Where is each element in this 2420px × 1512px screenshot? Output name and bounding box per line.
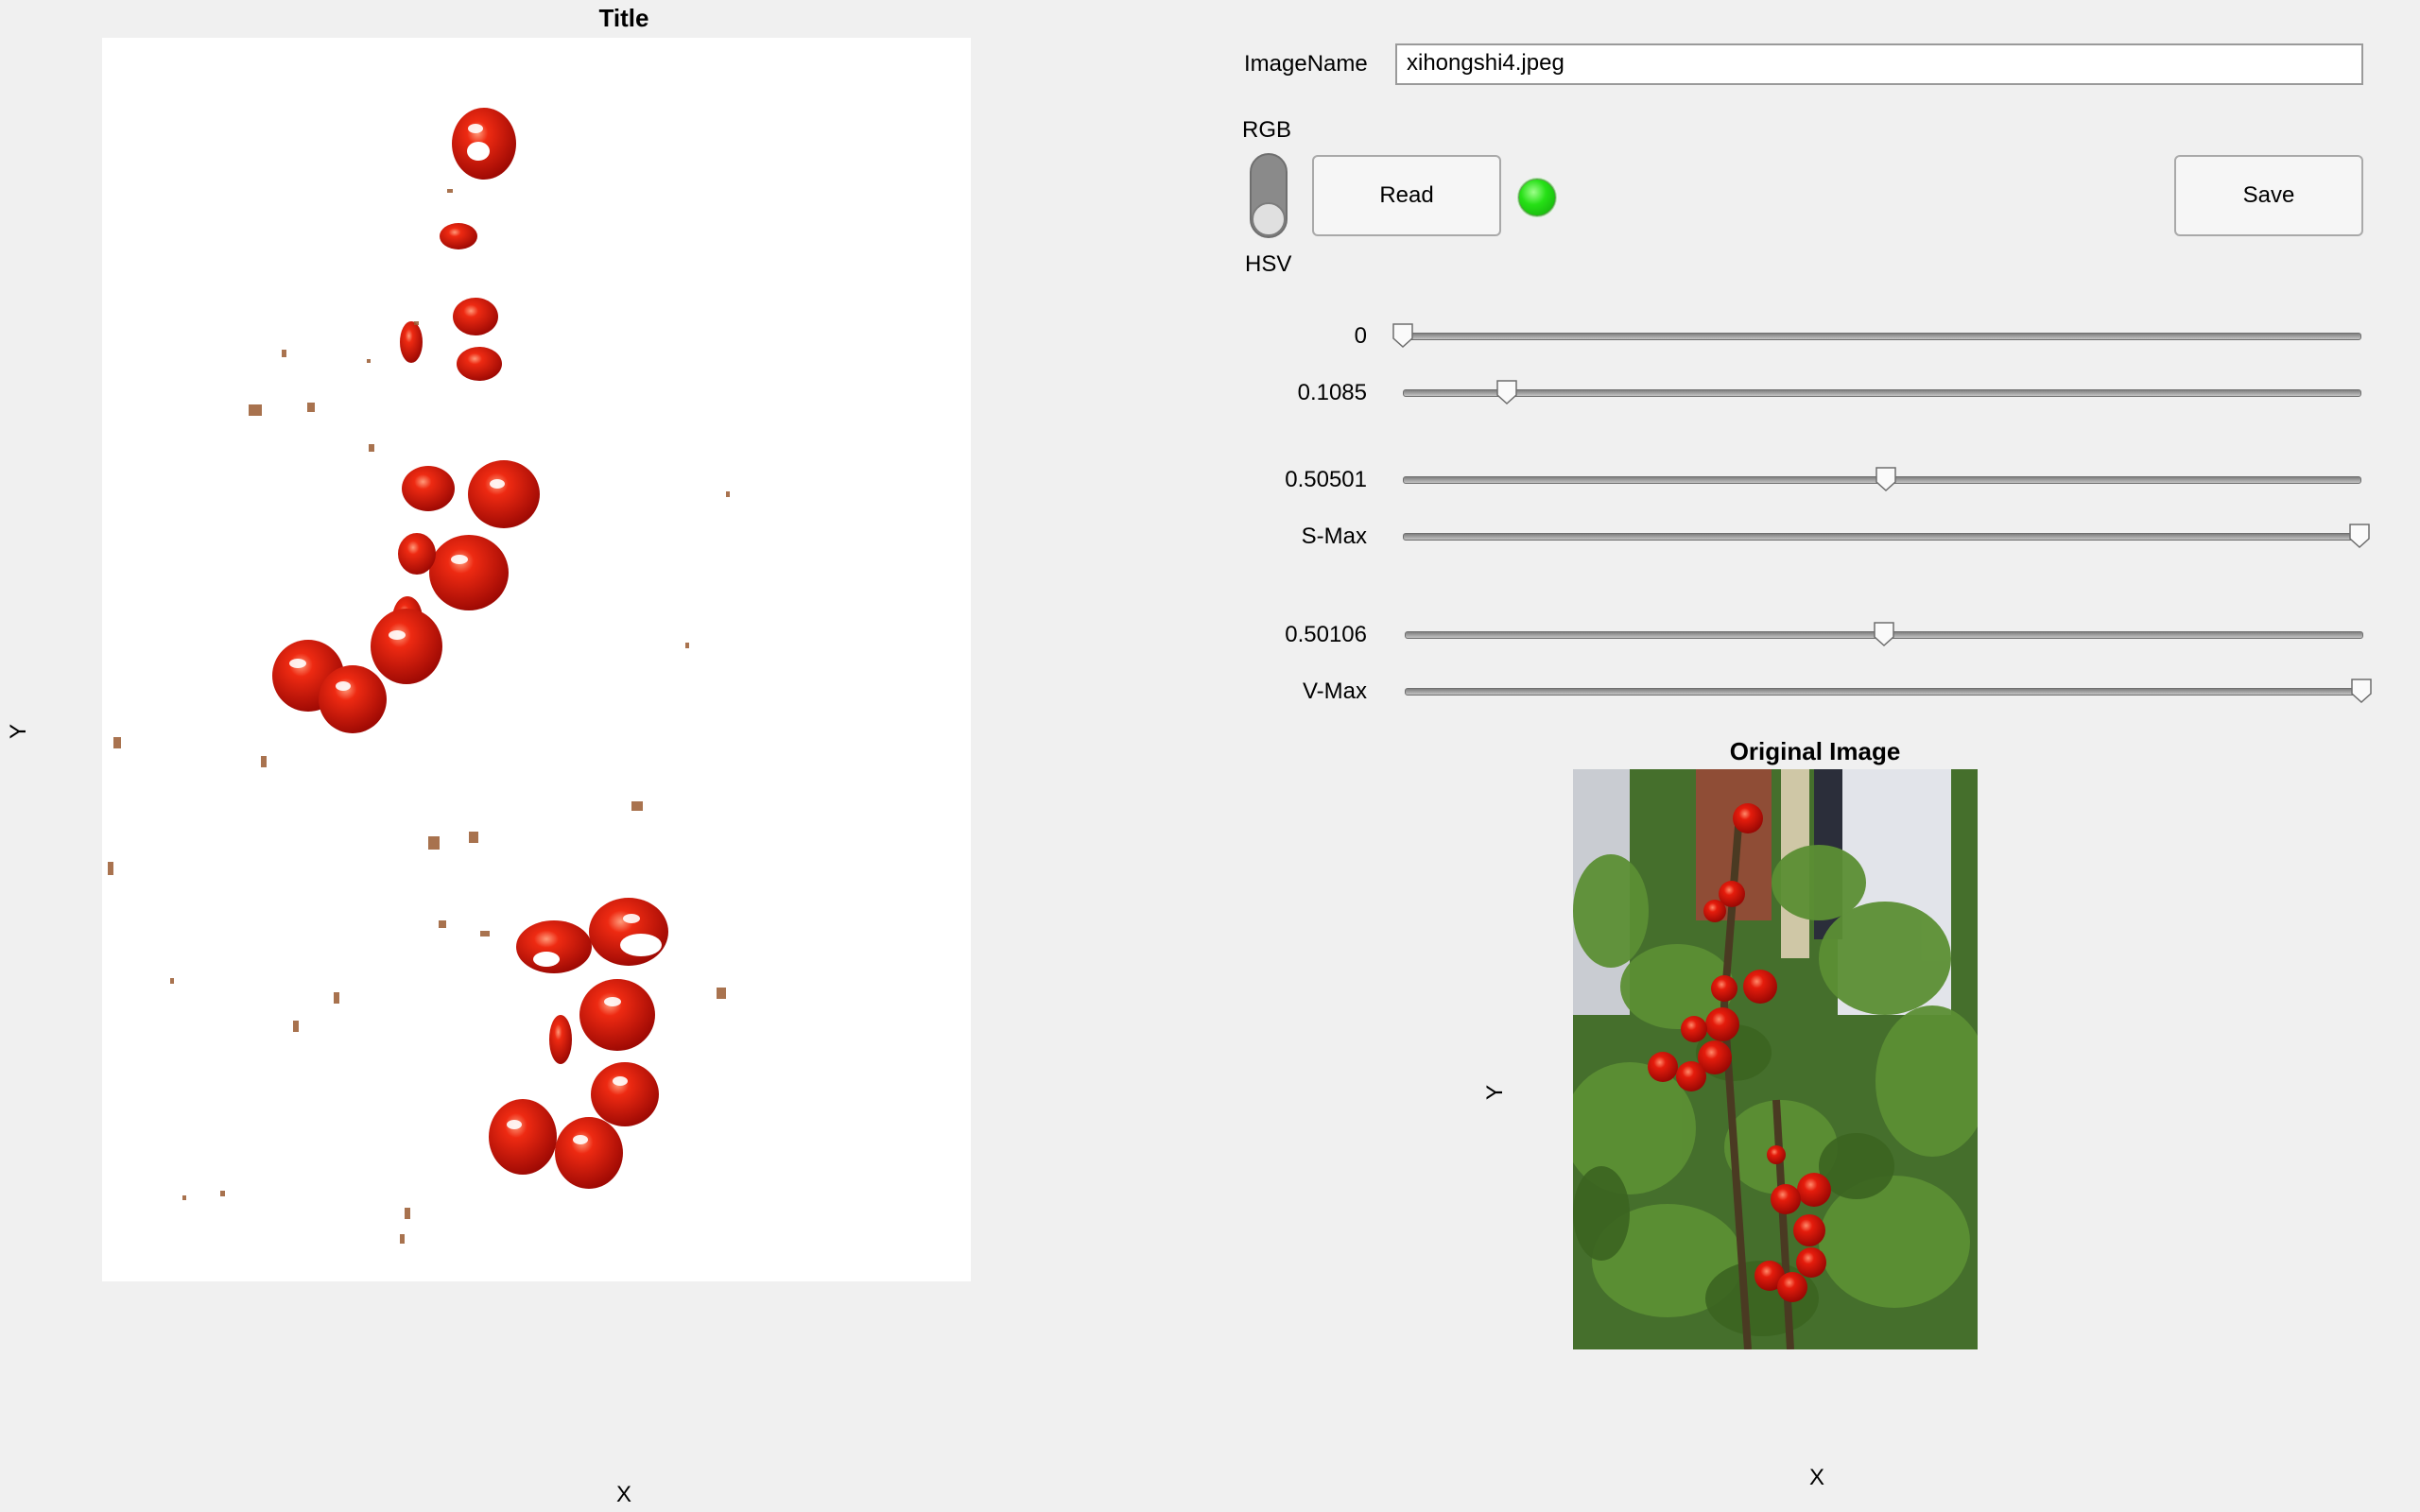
h-max-slider-track[interactable] bbox=[1403, 389, 2361, 397]
s-max-slider-label: S-Max bbox=[1301, 524, 1367, 549]
v-max-slider-track[interactable] bbox=[1405, 688, 2363, 696]
h-max-slider-thumb[interactable] bbox=[1496, 380, 1517, 404]
status-lamp bbox=[1518, 179, 1556, 216]
v-min-slider-label: 0.50106 bbox=[1285, 622, 1367, 647]
v-max-slider-label: V-Max bbox=[1302, 679, 1367, 704]
s-min-slider-thumb[interactable] bbox=[1876, 467, 1896, 491]
left-axes-xlabel: X bbox=[615, 1482, 631, 1507]
s-max-slider-track[interactable] bbox=[1403, 533, 2361, 541]
v-min-slider-thumb[interactable] bbox=[1874, 622, 1894, 646]
rgb-hsv-toggle-switch[interactable] bbox=[1250, 153, 1288, 238]
save-button[interactable]: Save bbox=[2174, 155, 2363, 236]
left-axes-title: Title bbox=[598, 4, 649, 32]
original-image bbox=[1573, 769, 1978, 1349]
left-axes-ylabel: Y bbox=[6, 724, 31, 740]
read-button[interactable]: Read bbox=[1312, 155, 1501, 236]
toggle-rgb-label: RGB bbox=[1242, 117, 1292, 143]
right-axes-xlabel: X bbox=[1808, 1465, 1824, 1490]
image-name-field[interactable]: xihongshi4.jpeg bbox=[1395, 43, 2363, 85]
right-axes-ylabel: Y bbox=[1482, 1085, 1508, 1101]
segmented-image-axes[interactable] bbox=[102, 38, 971, 1281]
original-image-axes[interactable] bbox=[1573, 769, 1978, 1349]
segmented-image bbox=[108, 108, 730, 1244]
right-axes-title: Original Image bbox=[1729, 737, 1901, 765]
h-min-slider-thumb[interactable] bbox=[1392, 323, 1413, 348]
toggle-hsv-label: HSV bbox=[1245, 251, 1292, 277]
h-min-slider-label: 0 bbox=[1354, 323, 1367, 349]
s-min-slider-label: 0.50501 bbox=[1285, 467, 1367, 492]
v-max-slider-thumb[interactable] bbox=[2351, 679, 2372, 703]
image-name-label: ImageName bbox=[1244, 51, 1368, 77]
h-max-slider-label: 0.1085 bbox=[1297, 380, 1367, 405]
h-min-slider-track[interactable] bbox=[1403, 333, 2361, 340]
s-max-slider-thumb[interactable] bbox=[2349, 524, 2370, 548]
toggle-knob[interactable] bbox=[1252, 202, 1286, 236]
